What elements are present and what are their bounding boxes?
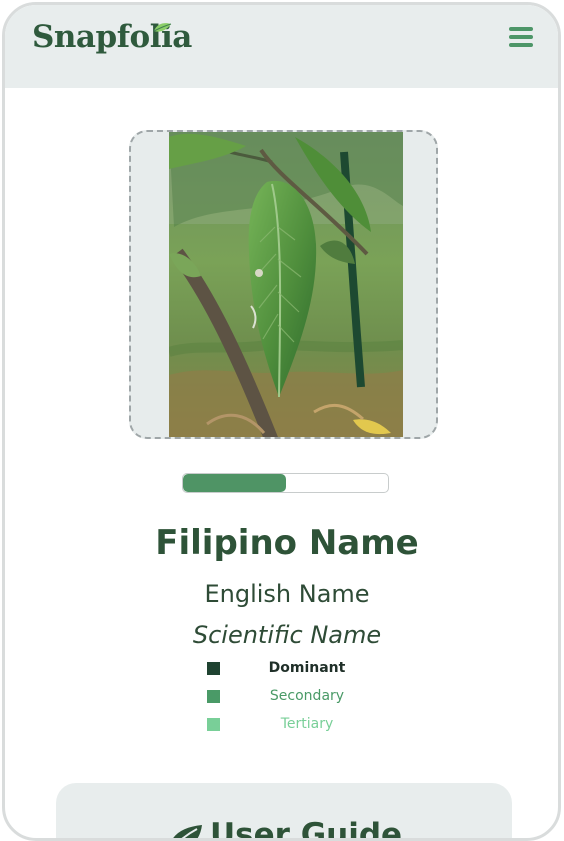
menu-line — [509, 43, 533, 47]
secondary-swatch — [207, 690, 220, 703]
app-header: Snapfolia — [5, 5, 558, 88]
dominant-label: Dominant — [268, 660, 346, 676]
leaf-icon — [173, 825, 202, 838]
english-name: English Name — [204, 580, 370, 608]
legend-row-secondary: Secondary — [207, 688, 387, 706]
menu-line — [509, 27, 533, 31]
tertiary-swatch — [207, 718, 220, 731]
menu-line — [509, 35, 533, 39]
user-guide-label: User Guide — [210, 817, 403, 841]
dominant-swatch — [207, 662, 220, 675]
leaf-photo-image — [169, 132, 403, 437]
legend-row-tertiary: Tertiary — [207, 716, 387, 734]
user-guide-card[interactable]: User Guide — [56, 783, 512, 841]
identification-progress-bar — [182, 473, 389, 493]
filipino-name: Filipino Name — [155, 523, 419, 563]
scientific-name: Scientific Name — [192, 621, 382, 649]
progress-fill — [183, 474, 286, 492]
tertiary-label: Tertiary — [280, 716, 334, 732]
user-guide-title: User Guide — [166, 817, 403, 841]
phone-screen: Snapfolia Filipino Name English Name Sci… — [2, 2, 561, 841]
legend-row-dominant: Dominant — [207, 660, 387, 678]
plant-photo-frame[interactable] — [129, 130, 438, 439]
plant-photo — [169, 132, 403, 437]
hamburger-menu-icon[interactable] — [509, 27, 535, 53]
logo-leaf-icon — [153, 23, 172, 32]
secondary-label: Secondary — [269, 688, 345, 704]
